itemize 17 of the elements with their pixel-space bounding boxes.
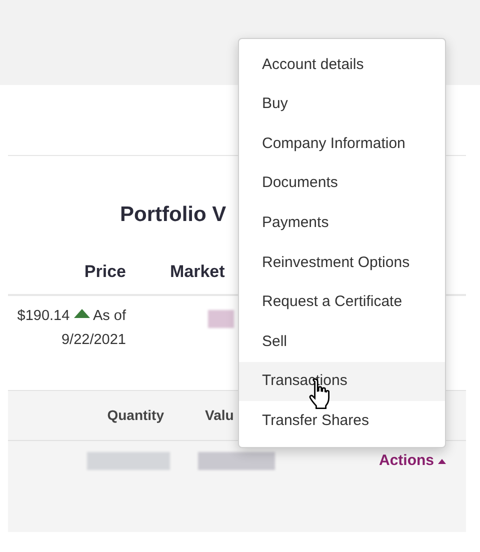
menu-item[interactable]: Reinvestment Options <box>239 242 445 283</box>
menu-item[interactable]: Company Information <box>239 124 445 164</box>
menu-item[interactable]: Transfer Shares <box>239 401 445 441</box>
column-header: Valu <box>205 406 234 422</box>
menu-item[interactable]: Documents <box>239 164 445 204</box>
column-header: Market <box>170 262 225 280</box>
actions-link[interactable]: Actions <box>378 450 446 472</box>
section-title: Portfolio V <box>120 203 226 226</box>
menu-item[interactable]: Sell <box>239 322 445 362</box>
menu-item[interactable]: Payments <box>239 203 445 243</box>
redacted-value <box>208 310 234 328</box>
column-header: Price <box>84 262 126 280</box>
menu-item[interactable]: Account details <box>239 45 445 85</box>
column-header: Quantity <box>107 406 164 422</box>
menu-item[interactable]: Buy <box>239 84 445 124</box>
menu-item[interactable]: Request a Certificate <box>239 282 445 322</box>
price-cell-text: $190.14 As of 9/22/2021 <box>16 307 126 350</box>
